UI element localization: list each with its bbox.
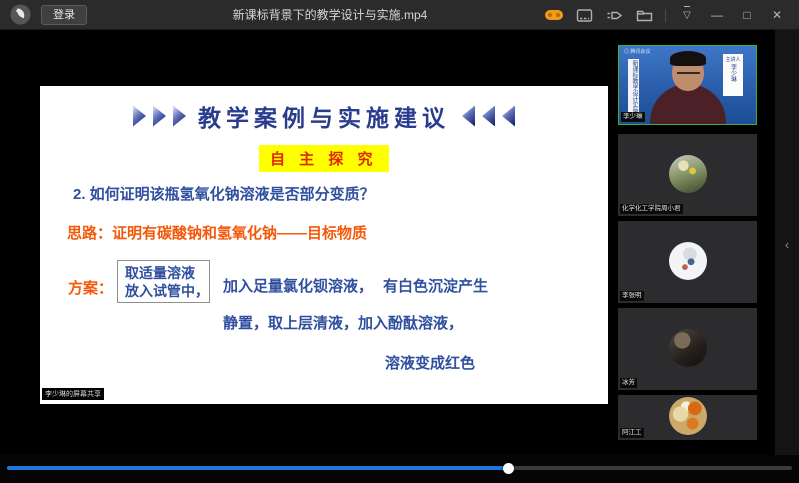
participant-name-tag: 化学化工学院周小君 [620, 204, 683, 214]
shared-slide: 教学案例与实施建议 自 主 探 究 2. 如何证明该瓶氢氧化钠溶液是否部分变质？… [40, 86, 608, 404]
open-folder-icon[interactable] [632, 4, 656, 26]
arrow-left-icon [462, 106, 475, 127]
titlebar-separator [665, 9, 666, 22]
presenter-card: 主讲人 李少琳 [723, 54, 743, 96]
playlist-panel-strip: ‹ [775, 30, 799, 455]
slide-step1: 加入足量氯化钡溶液， [223, 275, 373, 296]
participant-tile: 阿江工 [618, 395, 757, 440]
slide-result1: 有白色沉淀产生 [383, 275, 488, 296]
arrow-right-icon [153, 106, 166, 127]
participant-name-tag: 李少琳 [621, 112, 645, 122]
slide-question: 2. 如何证明该瓶氢氧化钠溶液是否部分变质？ [73, 183, 375, 204]
slide-title: 教学案例与实施建议 [198, 99, 450, 133]
arrow-right-icon [173, 106, 186, 127]
speaker-glasses [677, 72, 700, 77]
participant-tile: 化学化工学院周小君 [618, 134, 757, 216]
participant-name-tag: 李张明 [620, 291, 644, 301]
presenter-card-name: 李少琳 [729, 64, 738, 82]
participant-avatar [669, 155, 707, 193]
broadcast-plugin-icon[interactable] [602, 4, 626, 26]
slide-idea: 思路：证明有碳酸钠和氢氧化钠——目标物质 [67, 222, 367, 243]
window-title: 新课标背景下的教学设计与实施.mp4 [170, 0, 490, 30]
app-logo-icon[interactable] [9, 3, 32, 26]
slide-plan-label: 方案： [68, 277, 113, 298]
slide-plan-box: 取适量溶液 放入试管中， [117, 260, 210, 303]
arrow-left-icon [502, 106, 515, 127]
participant-avatar [669, 329, 707, 367]
seek-bar[interactable] [7, 466, 792, 470]
arrow-left-icon [482, 106, 495, 127]
slide-badge: 自 主 探 究 [259, 145, 389, 172]
screen-share-name-tag: 李少琳的屏幕共享 [42, 388, 104, 400]
seek-knob[interactable] [503, 463, 514, 474]
minimize-button[interactable]: — [705, 4, 729, 26]
maximize-button[interactable]: □ [735, 4, 759, 26]
meeting-watermark: ◎ 腾讯会议 [624, 48, 650, 55]
video-content: 教学案例与实施建议 自 主 探 究 2. 如何证明该瓶氢氧化钠溶液是否部分变质？… [0, 30, 799, 455]
screen-capture-icon[interactable] [572, 4, 596, 26]
participant-name-tag: 阿江工 [620, 428, 644, 438]
preset-menu-icon[interactable]: ▽ [675, 4, 699, 26]
plan-box-line: 取适量溶液 [125, 264, 209, 282]
player-window: 登录 新课标背景下的教学设计与实施.mp4 [0, 0, 799, 483]
participant-tile-speaker: ◎ 腾讯会议 新课标教学设计实施 主讲人 李少琳 李少琳 [618, 45, 757, 125]
presenter-role: 主讲人 [723, 56, 743, 63]
player-bottom-bar [0, 455, 799, 483]
participant-avatar [669, 242, 707, 280]
close-button[interactable]: ✕ [765, 4, 789, 26]
slide-step2: 静置，取上层清液，加入酚酞溶液， [223, 312, 463, 333]
speaker-hair [670, 51, 706, 66]
participant-tile: 李张明 [618, 221, 757, 303]
background-banner: 新课标教学设计实施 [628, 59, 639, 114]
participant-avatar [669, 397, 707, 435]
arrow-right-icon [133, 106, 146, 127]
titlebar-icons: ▽ — □ ✕ [542, 0, 789, 30]
gamepad-icon[interactable] [542, 4, 566, 26]
login-button[interactable]: 登录 [41, 5, 87, 25]
slide-result2: 溶液变成红色 [385, 352, 475, 373]
participant-name-tag: 冰芳 [620, 378, 637, 388]
plan-box-line: 放入试管中， [125, 282, 209, 300]
titlebar: 登录 新课标背景下的教学设计与实施.mp4 [0, 0, 799, 30]
panel-collapse-chevron-icon[interactable]: ‹ [775, 236, 799, 256]
slide-title-row: 教学案例与实施建议 [40, 100, 608, 132]
participant-tile: 冰芳 [618, 308, 757, 390]
seek-progress-fill [7, 466, 509, 470]
